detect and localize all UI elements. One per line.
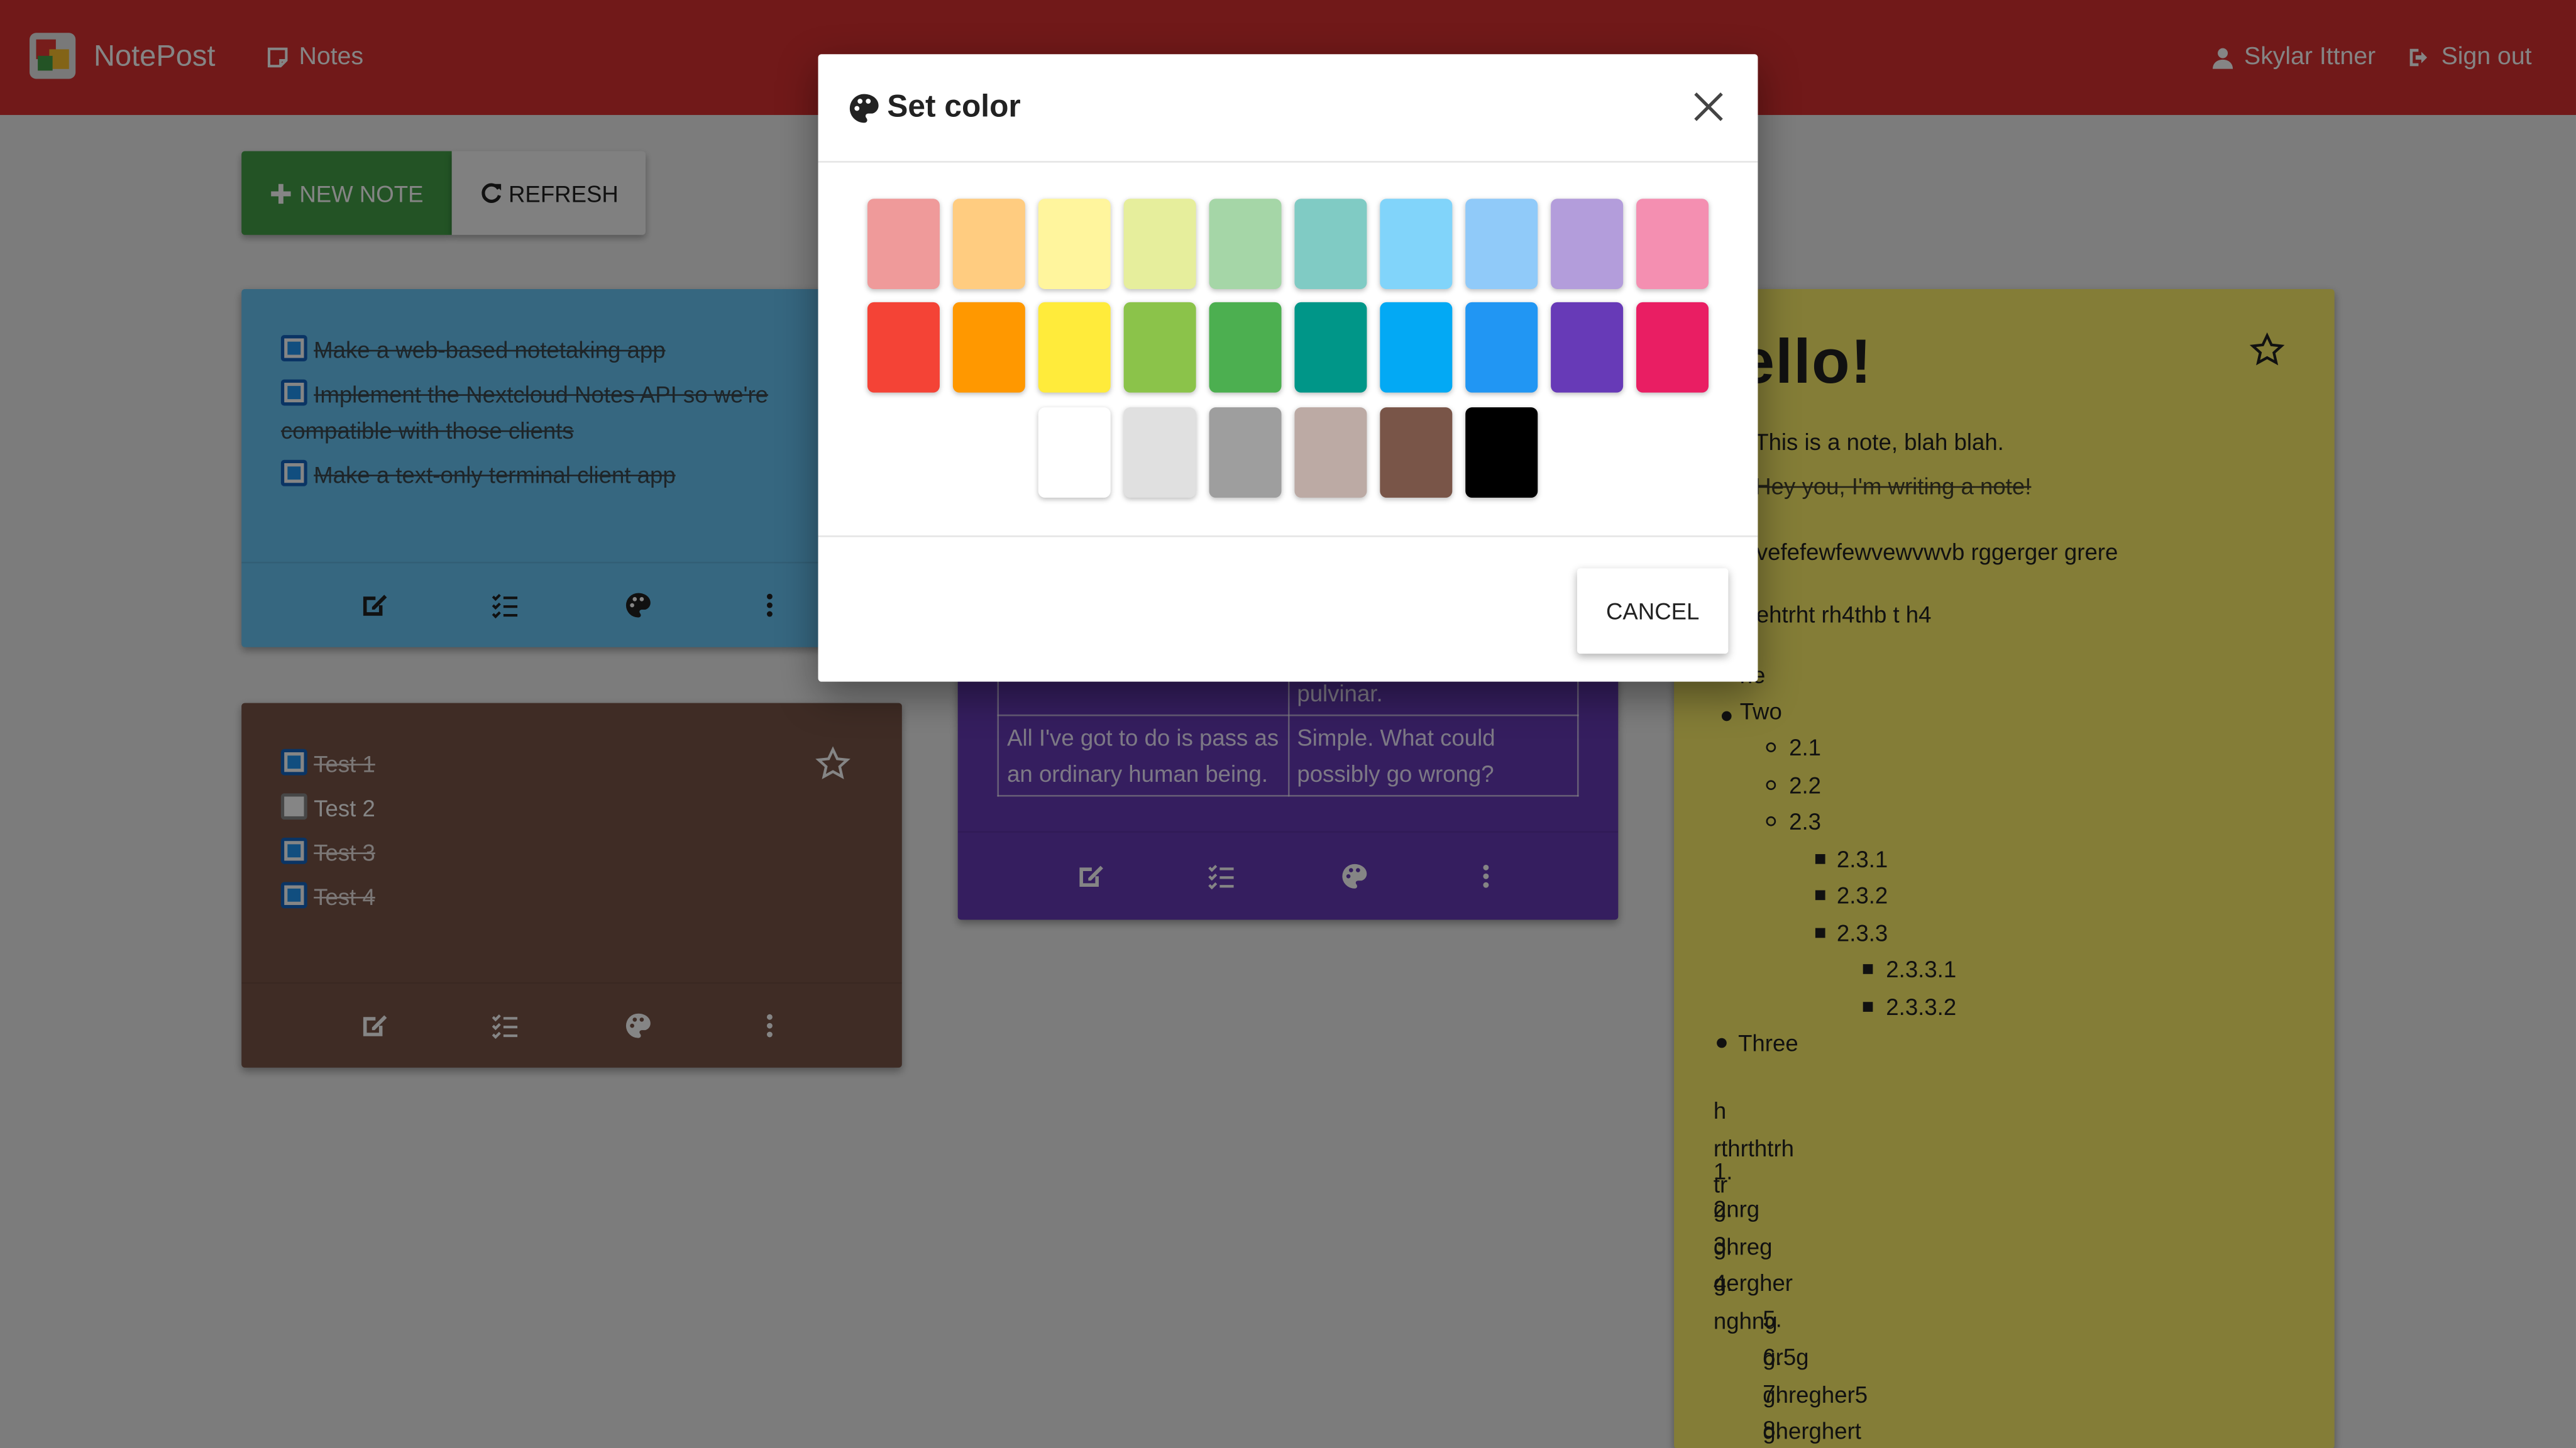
- dialog-header: Set color: [818, 54, 1758, 163]
- color-swatch[interactable]: [1294, 407, 1367, 498]
- dialog-footer: CANCEL: [818, 535, 1758, 682]
- color-swatch[interactable]: [1294, 199, 1367, 289]
- color-swatch[interactable]: [1294, 302, 1367, 393]
- color-swatch[interactable]: [1123, 407, 1196, 498]
- color-swatch[interactable]: [867, 199, 940, 289]
- color-swatch[interactable]: [1465, 407, 1538, 498]
- palette-icon: [849, 94, 879, 123]
- color-swatch[interactable]: [1636, 302, 1709, 393]
- color-swatch[interactable]: [1380, 199, 1453, 289]
- color-swatch[interactable]: [1551, 302, 1624, 393]
- set-color-dialog: Set color CANCEL: [818, 54, 1758, 682]
- color-swatch[interactable]: [1551, 199, 1624, 289]
- color-swatch[interactable]: [1038, 407, 1111, 498]
- color-swatch[interactable]: [1465, 199, 1538, 289]
- color-swatch[interactable]: [1038, 199, 1111, 289]
- color-swatch[interactable]: [1209, 302, 1282, 393]
- swatch-row: [818, 407, 1758, 499]
- color-swatch[interactable]: [1038, 302, 1111, 393]
- color-swatch[interactable]: [1465, 302, 1538, 393]
- color-swatch[interactable]: [1123, 199, 1196, 289]
- color-swatch[interactable]: [1209, 407, 1282, 498]
- color-swatch[interactable]: [1380, 302, 1453, 393]
- color-swatch[interactable]: [1636, 199, 1709, 289]
- color-swatch[interactable]: [867, 302, 940, 393]
- dialog-title: Set color: [887, 90, 1021, 125]
- swatch-row: [818, 302, 1758, 394]
- color-swatch[interactable]: [1380, 407, 1453, 498]
- color-swatch[interactable]: [952, 199, 1025, 289]
- swatch-row: [818, 199, 1758, 290]
- color-swatch[interactable]: [1209, 199, 1282, 289]
- color-swatch[interactable]: [952, 302, 1025, 393]
- cancel-button[interactable]: CANCEL: [1577, 568, 1729, 654]
- close-icon[interactable]: [1690, 89, 1726, 124]
- color-swatch[interactable]: [1123, 302, 1196, 393]
